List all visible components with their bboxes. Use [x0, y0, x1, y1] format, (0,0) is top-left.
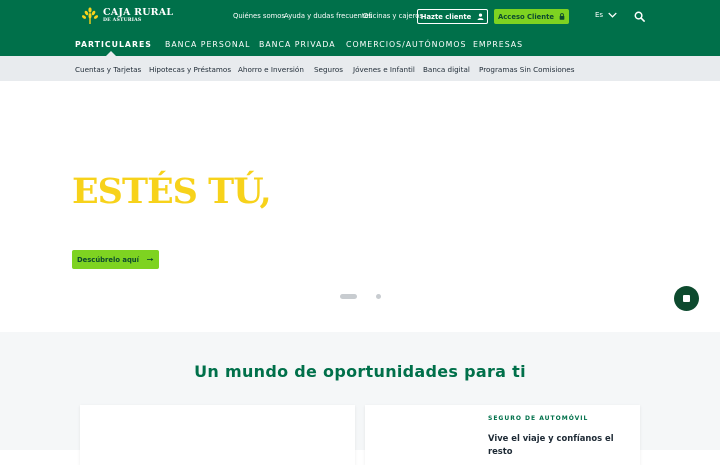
link-oficinas[interactable]: Oficinas y cajeros: [363, 12, 423, 22]
hazte-cliente-label: Hazte cliente: [420, 12, 472, 21]
language-selector[interactable]: Es: [595, 11, 617, 19]
search-icon[interactable]: [634, 11, 645, 22]
chevron-down-icon: [608, 12, 617, 18]
promo-card-seguro-automovil[interactable]: SEGURO DE AUTOMÓVIL Vive el viaje y conf…: [365, 405, 640, 465]
sub-navigation: Cuentas y Tarjetas Hipotecas y Préstamos…: [0, 56, 720, 81]
card-eyebrow: SEGURO DE AUTOMÓVIL: [488, 415, 589, 422]
opportunities-section: Un mundo de oportunidades para ti SEGURO…: [0, 332, 720, 465]
user-icon: [477, 13, 484, 20]
link-quienes-somos[interactable]: Quiénes somos: [233, 12, 285, 22]
link-ayuda[interactable]: Ayuda y dudas frecuentes: [284, 12, 372, 22]
nav-particulares[interactable]: PARTICULARES: [75, 40, 152, 49]
promo-card[interactable]: [80, 405, 355, 465]
nav-banca-personal[interactable]: BANCA PERSONAL: [165, 40, 250, 49]
subnav-hipotecas[interactable]: Hipotecas y Préstamos: [149, 65, 231, 74]
site-header: CAJA RURAL DE ASTURIAS Quiénes somos Ayu…: [0, 0, 720, 56]
subnav-ahorro[interactable]: Ahorro e Inversión: [238, 65, 304, 74]
subnav-cuentas[interactable]: Cuentas y Tarjetas: [75, 65, 141, 74]
acceso-cliente-button[interactable]: Acceso Cliente: [494, 9, 569, 24]
arrow-right-icon: [146, 257, 154, 262]
brand-name-line2: DE ASTURIAS: [103, 17, 142, 23]
nav-banca-privada[interactable]: BANCA PRIVADA: [259, 40, 336, 49]
acceso-cliente-label: Acceso Cliente: [498, 12, 554, 21]
hazte-cliente-button[interactable]: Hazte cliente: [417, 9, 488, 24]
wheat-logo-icon: [82, 7, 98, 24]
brand-logo[interactable]: CAJA RURAL DE ASTURIAS: [80, 7, 173, 25]
hero-carousel: ESTÉS TÚ, Descúbrelo aquí: [0, 81, 720, 332]
subnav-seguros[interactable]: Seguros: [314, 65, 343, 74]
carousel-pause-button[interactable]: [674, 286, 699, 311]
language-value: Es: [595, 11, 604, 19]
nav-empresas[interactable]: EMPRESAS: [473, 40, 523, 49]
hero-cta-label: Descúbrelo aquí: [77, 255, 139, 264]
card-headline: Vive el viaje y confíanos el resto: [488, 433, 614, 456]
brand-name-line1: CAJA RURAL: [103, 7, 174, 19]
nav-comercios[interactable]: COMERCIOS/AUTÓNOMOS: [346, 40, 466, 49]
brand-name: CAJA RURAL DE ASTURIAS: [103, 8, 173, 23]
carousel-dot[interactable]: [376, 294, 381, 299]
section-title: Un mundo de oportunidades para ti: [194, 362, 526, 381]
subnav-banca-digital[interactable]: Banca digital: [423, 65, 470, 74]
carousel-dot-active[interactable]: [340, 294, 357, 299]
lock-icon: [559, 13, 565, 20]
stop-icon: [683, 295, 690, 302]
subnav-jovenes[interactable]: Jóvenes e Infantil: [353, 65, 415, 74]
hero-title: ESTÉS TÚ,: [72, 171, 272, 212]
subnav-programas[interactable]: Programas Sin Comisiones: [479, 65, 574, 74]
hero-cta-button[interactable]: Descúbrelo aquí: [72, 250, 159, 269]
